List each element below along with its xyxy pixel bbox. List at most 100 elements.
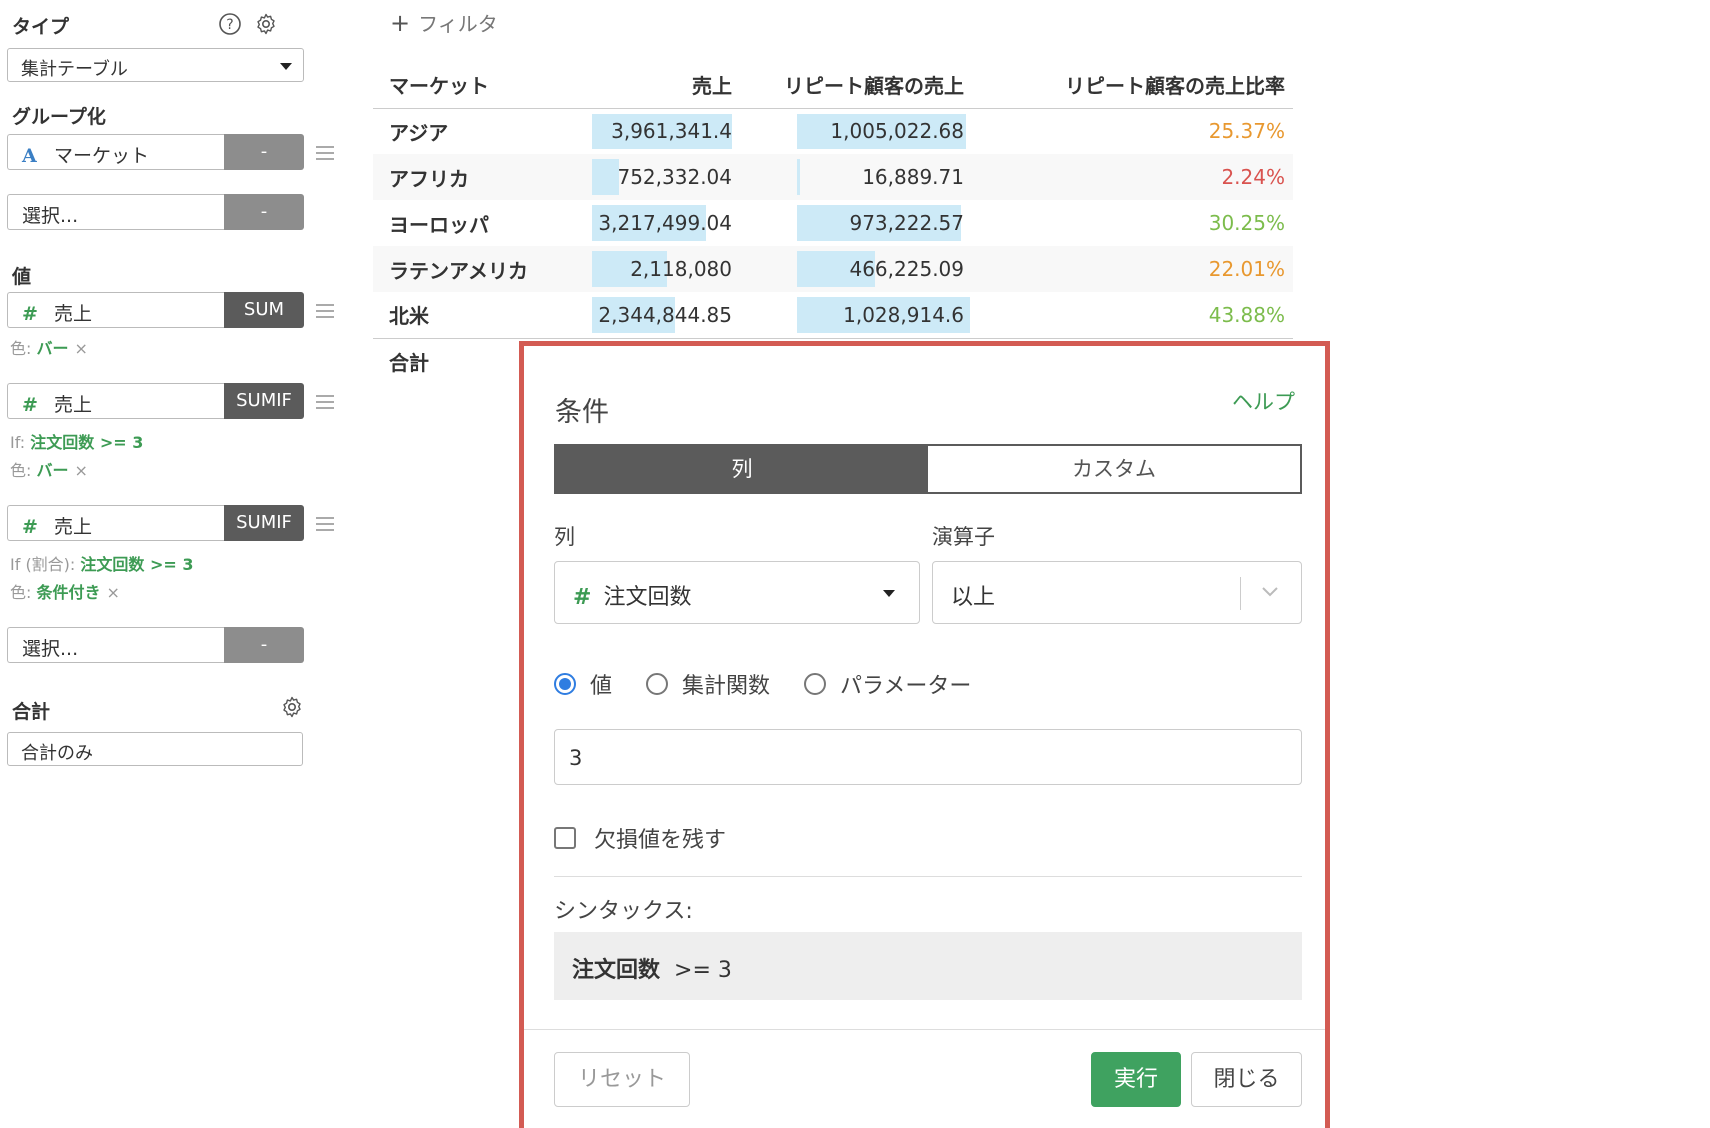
cell-repeat-value: 16,889.71 (862, 165, 964, 189)
help-link[interactable]: ヘルプ (1232, 386, 1295, 416)
radio-aggregate-function[interactable]: 集計関数 (646, 668, 770, 700)
col-header-market[interactable]: マーケット (373, 62, 585, 109)
drag-handle-icon[interactable] (316, 395, 334, 409)
value-field-name: 売上 (54, 516, 93, 538)
gear-icon[interactable] (254, 12, 278, 36)
value-agg-button[interactable]: SUMIF (224, 383, 304, 419)
cell-market: ヨーロッパ (389, 212, 489, 237)
value-type-radio-group: 値 集計関数 パラメーター (554, 668, 1005, 700)
color-value-link[interactable]: バー (37, 461, 69, 480)
value-agg-button[interactable]: SUMIF (224, 505, 304, 541)
dialog-title: 条件 (555, 397, 609, 428)
col-header-repeat-sales[interactable]: リピート顧客の売上 (740, 62, 972, 109)
group-section-title: グループ化 (12, 106, 106, 128)
radio-value[interactable]: 値 (554, 668, 612, 700)
group-field-agg-button[interactable]: - (224, 134, 304, 170)
total-select-value: 合計のみ (21, 743, 93, 764)
gear-icon[interactable] (280, 695, 304, 719)
add-filter-button[interactable]: + フィルタ (390, 8, 498, 37)
color-value-link[interactable]: バー (37, 339, 69, 358)
reset-button[interactable]: リセット (554, 1052, 690, 1107)
value-field-2[interactable]: # 売上 SUMIF (7, 383, 304, 419)
radio-parameter-label: パラメーター (840, 674, 972, 699)
type-select[interactable]: 集計テーブル (7, 48, 304, 82)
total-select[interactable]: 合計のみ (7, 732, 303, 766)
group-field-empty-main[interactable]: 選択... (7, 194, 224, 230)
column-select[interactable]: # 注文回数 (554, 561, 920, 624)
value-empty-agg-button[interactable]: - (224, 627, 304, 663)
radio-parameter[interactable]: パラメーター (804, 668, 971, 700)
cell-repeat-sales: 1,028,914.6 (740, 292, 972, 338)
radio-unchecked-icon (804, 673, 827, 695)
group-field-market-main[interactable]: A マーケット (7, 134, 224, 170)
condition-value-input[interactable]: 3 (554, 729, 1302, 785)
cell-repeat-ratio: 22.01% (972, 246, 1293, 292)
run-button[interactable]: 実行 (1091, 1052, 1181, 1107)
plus-icon: + (390, 9, 411, 37)
value-color-meta: 色: バー × (10, 335, 88, 359)
color-label: 色: (10, 339, 32, 358)
total-section-title: 合計 (12, 701, 51, 723)
select-separator (1240, 577, 1241, 610)
keep-missing-checkbox[interactable]: 欠損値を残す (554, 822, 726, 854)
value-field-empty-main[interactable]: 選択... (7, 627, 224, 663)
remove-color-icon[interactable]: × (75, 339, 88, 358)
radio-checked-icon (554, 673, 576, 695)
cell-sales-value: 2,118,080 (630, 257, 732, 281)
if-label: If (割合): (10, 555, 76, 574)
color-value-link[interactable]: 条件付き (37, 583, 101, 602)
divider (554, 876, 1302, 877)
value-agg-button[interactable]: SUM (224, 292, 304, 328)
cell-ratio-value: 22.01% (1208, 257, 1285, 281)
remove-color-icon[interactable]: × (75, 461, 88, 480)
value-field-1[interactable]: # 売上 SUM (7, 292, 304, 328)
group-field-name: マーケット (54, 145, 150, 167)
cell-repeat-value: 973,222.57 (849, 211, 964, 235)
remove-color-icon[interactable]: × (107, 583, 120, 602)
operator-select-value: 以上 (951, 585, 996, 610)
value-field-3-main[interactable]: # 売上 (7, 505, 224, 541)
cell-repeat-sales: 1,005,022.68 (740, 108, 972, 154)
cell-repeat-ratio: 43.88% (972, 292, 1293, 338)
group-field-placeholder: 選択... (22, 205, 79, 227)
cell-ratio-value: 2.24% (1221, 165, 1285, 189)
cell-repeat-ratio: 25.37% (972, 108, 1293, 154)
cell-sales: 752,332.04 (585, 154, 740, 200)
table-row[interactable]: アジア 3,961,341.4 1,005,022.68 25.37% (373, 108, 1293, 154)
cell-repeat-sales: 466,225.09 (740, 246, 972, 292)
table-row[interactable]: ヨーロッパ 3,217,499.04 973,222.57 30.25% (373, 200, 1293, 246)
table-row[interactable]: 北米 2,344,844.85 1,028,914.6 43.88% (373, 292, 1293, 338)
value-field-2-main[interactable]: # 売上 (7, 383, 224, 419)
drag-handle-icon[interactable] (316, 146, 334, 160)
cell-repeat-value: 466,225.09 (849, 257, 964, 281)
col-header-repeat-ratio[interactable]: リピート顧客の売上比率 (972, 62, 1293, 109)
cell-repeat-ratio: 30.25% (972, 200, 1293, 246)
group-field-market[interactable]: A マーケット - (7, 134, 304, 170)
value-field-empty[interactable]: 選択... - (7, 627, 304, 663)
if-condition-link[interactable]: 注文回数 >= 3 (80, 555, 193, 574)
cell-market: 北米 (389, 304, 429, 329)
drag-handle-icon[interactable] (316, 517, 334, 531)
table-row[interactable]: アフリカ 752,332.04 16,889.71 2.24% (373, 154, 1293, 200)
table-row[interactable]: ラテンアメリカ 2,118,080 466,225.09 22.01% (373, 246, 1293, 292)
repeat-sales-bar (797, 159, 800, 195)
if-condition-link[interactable]: 注文回数 >= 3 (30, 433, 143, 452)
operator-select[interactable]: 以上 (932, 561, 1302, 624)
svg-text:?: ? (226, 17, 233, 33)
help-circle-icon[interactable]: ? (218, 12, 242, 36)
cell-market: ラテンアメリカ (373, 246, 585, 292)
group-field-empty[interactable]: 選択... - (7, 194, 304, 230)
close-button[interactable]: 閉じる (1191, 1052, 1302, 1107)
value-field-1-main[interactable]: # 売上 (7, 292, 224, 328)
string-type-icon: A (22, 145, 37, 167)
value-field-3[interactable]: # 売上 SUMIF (7, 505, 304, 541)
tab-custom[interactable]: カスタム (928, 446, 1300, 492)
table-header-row: マーケット 売上 リピート顧客の売上 リピート顧客の売上比率 (373, 62, 1293, 109)
group-empty-agg-button[interactable]: - (224, 194, 304, 230)
tab-column[interactable]: 列 (556, 446, 928, 492)
cell-sales-value: 752,332.04 (617, 165, 732, 189)
drag-handle-icon[interactable] (316, 304, 334, 318)
cell-repeat-sales: 973,222.57 (740, 200, 972, 246)
col-header-sales[interactable]: 売上 (585, 62, 740, 109)
syntax-column: 注文回数 (572, 958, 661, 983)
